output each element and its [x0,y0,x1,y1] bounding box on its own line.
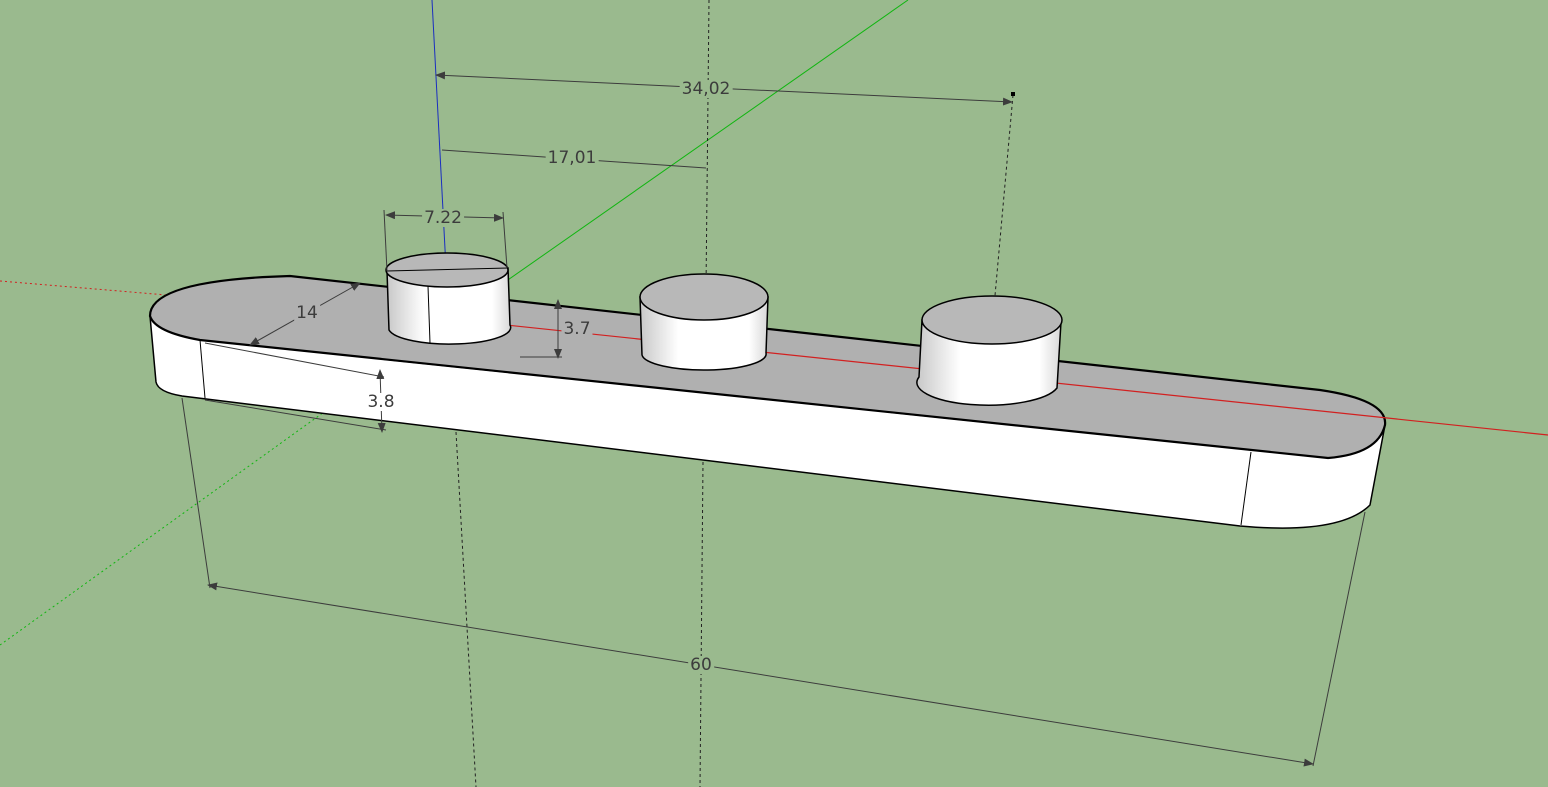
peg-middle-top [639,273,769,321]
dim-60-ext-left [181,397,211,589]
peg-left[interactable] [385,252,512,345]
dim-label-plate-thickness[interactable]: 3.8 [365,393,397,411]
modeling-viewport[interactable]: 34,02 17,01 7.22 14 3.7 3.8 60 [0,0,1548,787]
dim-label-plate-length[interactable]: 60 [688,656,714,674]
peg-right-top [921,295,1063,345]
dim-60-line [207,582,1314,767]
dim-label-peg-diameter[interactable]: 7.22 [422,209,464,227]
scene-canvas[interactable] [0,0,1548,787]
guide-center-lower [699,461,704,787]
dim-label-half-span[interactable]: 17,01 [545,149,599,167]
guide-left-lower [455,431,477,787]
dim-722-ext-left [383,209,388,272]
peg-right[interactable] [916,295,1063,406]
guide-right-peg [992,94,1014,319]
guide-center-upper [705,0,710,289]
dim-label-peg-height[interactable]: 3.7 [561,320,593,338]
plate-model[interactable] [148,274,1548,529]
dim-label-plate-width[interactable]: 14 [294,304,320,322]
inference-point [1011,92,1015,96]
dim-label-top-span[interactable]: 34,02 [679,80,733,98]
green-axis-solid [504,0,909,283]
dim-60-ext-right [1312,511,1366,767]
dim-722-ext-right [502,211,508,269]
peg-middle[interactable] [639,273,769,371]
